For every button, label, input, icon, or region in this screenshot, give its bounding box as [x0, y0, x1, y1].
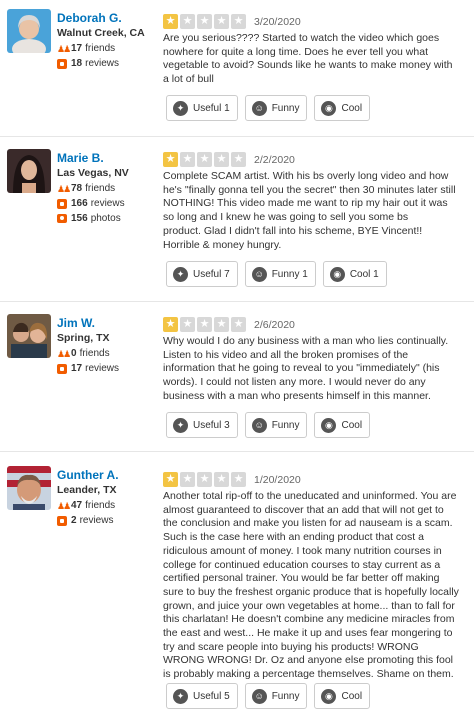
friends-icon: ♟♟ [57, 43, 71, 54]
user-name[interactable]: Gunther A. [57, 468, 119, 482]
friends-count: ♟♟ 17 friends [57, 43, 116, 54]
star-icon: ★ [231, 14, 246, 29]
star-icon: ★ [197, 472, 212, 487]
cool-button[interactable]: ◉ Cool [314, 412, 371, 438]
smile-icon: ☺ [251, 688, 267, 704]
user-name[interactable]: Deborah G. [57, 11, 145, 25]
smile-icon: ☺ [251, 417, 267, 433]
star-icon: ★ [197, 14, 212, 29]
reviews-count: 166 reviews [57, 197, 129, 210]
friends-icon: ♟♟ [57, 183, 71, 194]
review-text: Complete SCAM artist. With his bs overly… [163, 170, 456, 251]
star-icon: ★ [231, 472, 246, 487]
star-rating: ★ ★ ★ ★ ★ [163, 472, 248, 487]
useful-button[interactable]: ✦ Useful 3 [166, 412, 238, 438]
star-icon: ★ [231, 152, 246, 167]
star-icon: ★ [214, 472, 229, 487]
cool-button[interactable]: ◉ Cool 1 [322, 261, 387, 287]
rating-row: ★ ★ ★ ★ ★ 2/6/2020 [163, 317, 295, 332]
avatar[interactable] [7, 9, 51, 53]
review-date: 2/2/2020 [254, 153, 295, 166]
funny-button[interactable]: ☺ Funny 1 [244, 261, 316, 287]
friends-icon: ♟♟ [57, 500, 71, 511]
sunglasses-icon: ◉ [321, 688, 337, 704]
star-rating: ★ ★ ★ ★ ★ [163, 14, 248, 29]
star-rating: ★ ★ ★ ★ ★ [163, 152, 248, 167]
review-star-icon [57, 58, 67, 69]
rating-row: ★ ★ ★ ★ ★ 2/2/2020 [163, 152, 295, 167]
lightbulb-icon: ✦ [173, 100, 188, 116]
lightbulb-icon: ✦ [173, 688, 188, 704]
photos-count: 156 photos [57, 212, 129, 225]
divider [0, 136, 474, 137]
review-star-icon [57, 363, 67, 374]
avatar[interactable] [7, 466, 51, 510]
user-location: Leander, TX [57, 484, 117, 496]
user-name[interactable]: Jim W. [57, 316, 119, 330]
star-rating: ★ ★ ★ ★ ★ [163, 317, 248, 332]
star-icon: ★ [214, 14, 229, 29]
avatar[interactable] [7, 314, 51, 358]
cool-button[interactable]: ◉ Cool [314, 683, 371, 709]
useful-button[interactable]: ✦ Useful 7 [166, 261, 238, 287]
star-icon: ★ [180, 152, 195, 167]
user-location: Las Vegas, NV [57, 167, 129, 179]
reviews-count: 17 reviews [57, 362, 119, 375]
sunglasses-icon: ◉ [321, 100, 337, 116]
useful-button[interactable]: ✦ Useful 1 [166, 95, 238, 121]
lightbulb-icon: ✦ [173, 266, 188, 282]
review-date: 3/20/2020 [254, 15, 301, 28]
divider [0, 451, 474, 452]
smile-icon: ☺ [251, 100, 267, 116]
review-text: Are you serious???? Started to watch the… [163, 32, 453, 86]
divider [0, 301, 474, 302]
camera-icon [57, 214, 67, 223]
reviews-count: 2 reviews [57, 514, 119, 527]
useful-button[interactable]: ✦ Useful 5 [166, 683, 238, 709]
user-location: Walnut Creek, CA [57, 27, 145, 39]
rating-row: ★ ★ ★ ★ ★ 1/20/2020 [163, 472, 301, 487]
star-icon: ★ [197, 317, 212, 332]
star-icon: ★ [163, 472, 178, 487]
friends-count: ♟♟ 78 friends [57, 183, 116, 194]
avatar[interactable] [7, 149, 51, 193]
star-icon: ★ [180, 14, 195, 29]
star-icon: ★ [163, 14, 178, 29]
funny-button[interactable]: ☺ Funny [244, 412, 308, 438]
star-icon: ★ [197, 152, 212, 167]
star-icon: ★ [163, 317, 178, 332]
star-icon: ★ [214, 152, 229, 167]
star-icon: ★ [163, 152, 178, 167]
funny-button[interactable]: ☺ Funny [244, 683, 308, 709]
friends-icon: ♟♟ [57, 348, 71, 359]
rating-row: ★ ★ ★ ★ ★ 3/20/2020 [163, 14, 301, 29]
review-date: 1/20/2020 [254, 473, 301, 486]
sunglasses-icon: ◉ [329, 266, 345, 282]
star-icon: ★ [214, 317, 229, 332]
lightbulb-icon: ✦ [173, 417, 188, 433]
user-location: Spring, TX [57, 332, 110, 344]
smile-icon: ☺ [251, 266, 267, 282]
review-text: Another total rip-off to the uneducated … [163, 490, 459, 681]
star-icon: ★ [180, 472, 195, 487]
cool-button[interactable]: ◉ Cool [314, 95, 371, 121]
star-icon: ★ [231, 317, 246, 332]
reviews-count: 18 reviews [57, 57, 145, 70]
review-date: 2/6/2020 [254, 318, 295, 331]
friends-count: ♟♟ 0 friends [57, 348, 110, 359]
friends-count: ♟♟ 47 friends [57, 500, 116, 511]
funny-button[interactable]: ☺ Funny [244, 95, 308, 121]
review-star-icon [57, 515, 67, 526]
review-star-icon [57, 198, 67, 209]
star-icon: ★ [180, 317, 195, 332]
user-name[interactable]: Marie B. [57, 151, 129, 165]
review-text: Why would I do any business with a man w… [163, 335, 449, 402]
sunglasses-icon: ◉ [321, 417, 337, 433]
